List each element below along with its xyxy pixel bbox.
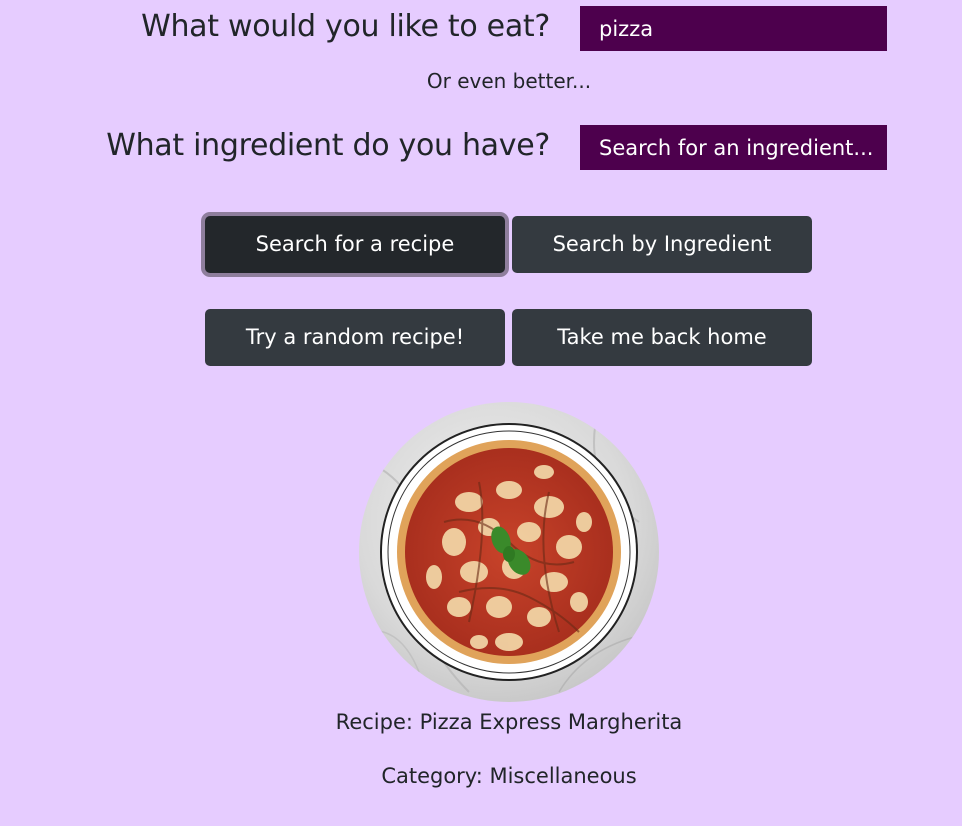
recipe-category-text: Category: Miscellaneous (381, 764, 637, 788)
random-recipe-button[interactable]: Try a random recipe! (205, 309, 505, 366)
meal-question-label: What would you like to eat? (141, 9, 550, 44)
recipe-search-page: What would you like to eat? Or even bett… (0, 0, 962, 826)
back-home-button[interactable]: Take me back home (512, 309, 812, 366)
recipe-image (359, 402, 659, 702)
meal-search-input[interactable] (580, 6, 887, 51)
search-by-ingredient-button[interactable]: Search by Ingredient (512, 216, 812, 273)
or-even-better-text: Or even better... (426, 69, 592, 93)
ingredient-search-input[interactable] (580, 125, 887, 170)
recipe-name-text: Recipe: Pizza Express Margherita (335, 710, 683, 734)
search-recipe-button[interactable]: Search for a recipe (205, 216, 505, 273)
ingredient-question-label: What ingredient do you have? (106, 128, 550, 163)
